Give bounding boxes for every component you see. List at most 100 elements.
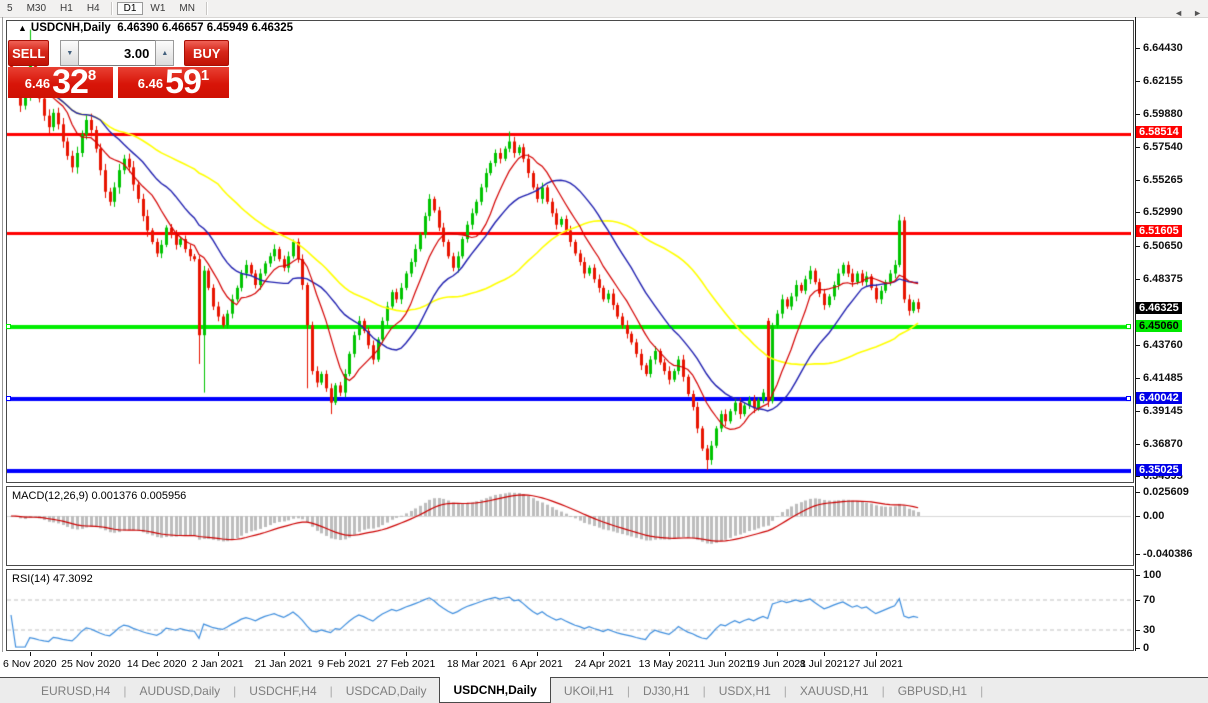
date-tick-mark [91, 652, 92, 656]
chart-symbol-label: USDCNH,Daily [31, 22, 111, 34]
tab-scroll-left-icon[interactable]: ◄ [1174, 8, 1183, 18]
date-label: 19 Jun 2021 [748, 658, 806, 670]
date-label: 13 May 2021 [639, 658, 700, 670]
date-tick-mark [218, 652, 219, 656]
macd-axis-tick [1136, 516, 1140, 517]
macd-axis-tick [1136, 492, 1140, 493]
buy-price-main: 59 [165, 67, 201, 97]
chart-tab-ukoil[interactable]: UKOil,H1 [551, 678, 627, 703]
chart-tab-dj30[interactable]: DJ30,H1 [630, 678, 703, 703]
rsi-axis-tick [1136, 575, 1140, 576]
price-tick-label: 6.59880 [1143, 108, 1183, 120]
timeframe-button-mn[interactable]: MN [172, 2, 202, 15]
date-tick-mark [669, 652, 670, 656]
volume-input[interactable]: 3.00 [79, 40, 155, 66]
date-tick-mark [406, 652, 407, 656]
date-tick-mark [537, 652, 538, 656]
price-level-badge: 6.51605 [1136, 225, 1182, 237]
date-label: 1 Jun 2021 [699, 658, 751, 670]
price-tick-label: 6.43760 [1143, 339, 1183, 351]
macd-subwindow[interactable]: MACD(12,26,9) 0.001376 0.005956 [6, 486, 1134, 566]
level-line-handle[interactable] [1126, 396, 1131, 401]
chart-ohlc-values: 6.46390 6.46657 6.45949 6.46325 [117, 22, 293, 34]
terminal-window: 5M30H1H4 D1W1MN ▲ USDCNH,Daily 6.46390 6.4… [0, 0, 1208, 703]
price-tick-label: 6.39145 [1143, 405, 1183, 417]
macd-label: MACD(12,26,9) 0.001376 0.005956 [12, 490, 186, 502]
price-tick-label: 6.41485 [1143, 372, 1183, 384]
price-level-badge: 6.45060 [1136, 320, 1182, 332]
price-tick-label: 6.57540 [1143, 141, 1183, 153]
tab-scroll-arrows: ◄ ► [1174, 0, 1202, 26]
price-level-badge: 6.58514 [1136, 126, 1182, 138]
chart-tab-usdcad[interactable]: USDCAD,Daily [333, 678, 440, 703]
date-label: 14 Dec 2020 [127, 658, 187, 670]
chart-tab-eurusd[interactable]: EURUSD,H4 [28, 678, 123, 703]
collapse-triangle-icon[interactable]: ▲ [18, 23, 27, 33]
price-tick-label: 6.50650 [1143, 240, 1183, 252]
timeframe-button-d1[interactable]: D1 [117, 2, 144, 15]
macd-name: MACD(12,26,9) [12, 490, 88, 502]
level-line-handle[interactable] [6, 396, 11, 401]
chart-tab-xauusd[interactable]: XAUUSD,H1 [787, 678, 882, 703]
price-tick-mark [1136, 147, 1140, 148]
price-tick-mark [1136, 345, 1140, 346]
date-label: 25 Nov 2020 [61, 658, 121, 670]
level-line-handle[interactable] [6, 324, 11, 329]
price-tick-mark [1136, 81, 1140, 82]
date-tick-mark [824, 652, 825, 656]
price-tick-mark [1136, 180, 1140, 181]
date-label: 8 Jul 2021 [800, 658, 848, 670]
timeframe-button-h1[interactable]: H1 [53, 2, 80, 15]
price-tick-label: 6.36870 [1143, 438, 1183, 450]
toolbar-separator [111, 2, 113, 15]
date-axis[interactable]: 6 Nov 2020 25 Nov 2020 14 Dec 2020 2 Jan 20… [0, 652, 1135, 677]
rsi-subwindow[interactable]: RSI(14) 47.3092 [6, 569, 1134, 651]
window-left-edge [2, 17, 3, 676]
sell-button[interactable]: SELL [8, 40, 49, 66]
rsi-canvas[interactable] [7, 570, 1131, 648]
chart-tab-gbpusd[interactable]: GBPUSD,H1 [885, 678, 980, 703]
timeframe-button-h4[interactable]: H4 [80, 2, 107, 15]
buy-price-tile[interactable]: 6.46 59 1 [118, 67, 229, 98]
rsi-axis-label: 70 [1143, 594, 1155, 606]
price-level-badge: 6.35025 [1136, 464, 1182, 476]
date-label: 6 Nov 2020 [3, 658, 57, 670]
chart-tab-usdchf[interactable]: USDCHF,H4 [236, 678, 329, 703]
timeframe-button-5[interactable]: 5 [0, 2, 20, 15]
rsi-axis-tick [1136, 630, 1140, 631]
date-tick-mark [284, 652, 285, 656]
date-tick-mark [603, 652, 604, 656]
sell-price-prefix: 6.46 [25, 71, 50, 97]
chart-tab-audusd[interactable]: AUDUSD,Daily [126, 678, 233, 703]
tab-scroll-right-icon[interactable]: ► [1193, 8, 1202, 18]
date-label: 27 Jul 2021 [849, 658, 903, 670]
price-tick-mark [1136, 444, 1140, 445]
macd-axis-tick [1136, 554, 1140, 555]
date-tick-mark [345, 652, 346, 656]
price-tick-label: 6.55265 [1143, 174, 1183, 186]
date-tick-mark [725, 652, 726, 656]
level-line-handle[interactable] [1126, 324, 1131, 329]
price-axis-divider [1135, 17, 1136, 651]
date-label: 18 Mar 2021 [447, 658, 506, 670]
macd-values: 0.001376 0.005956 [91, 490, 186, 502]
price-tick-mark [1136, 114, 1140, 115]
price-tick-label: 6.64430 [1143, 42, 1183, 54]
chart-tab-usdcnh[interactable]: USDCNH,Daily [439, 677, 550, 703]
macd-axis-label: 0.00 [1143, 510, 1164, 522]
date-label: 6 Apr 2021 [512, 658, 563, 670]
date-tick-mark [777, 652, 778, 656]
date-label: 2 Jan 2021 [192, 658, 244, 670]
rsi-axis-label: 30 [1143, 624, 1155, 636]
rsi-axis-tick [1136, 648, 1140, 649]
toolbar-separator [206, 2, 208, 15]
timeframe-button-m30[interactable]: M30 [20, 2, 53, 15]
chart-tab-usdx[interactable]: USDX,H1 [706, 678, 784, 703]
buy-price-pip: 1 [201, 68, 209, 83]
one-click-trading-widget: SELL ▼ 3.00 ▲ BUY 6.46 32 8 6.46 59 1 [8, 40, 229, 98]
sell-price-main: 32 [52, 67, 88, 97]
timeframe-button-w1[interactable]: W1 [143, 2, 172, 15]
sell-price-pip: 8 [88, 68, 96, 83]
timeframe-toolbar: 5M30H1H4 D1W1MN [0, 0, 1208, 18]
sell-price-tile[interactable]: 6.46 32 8 [8, 67, 113, 98]
